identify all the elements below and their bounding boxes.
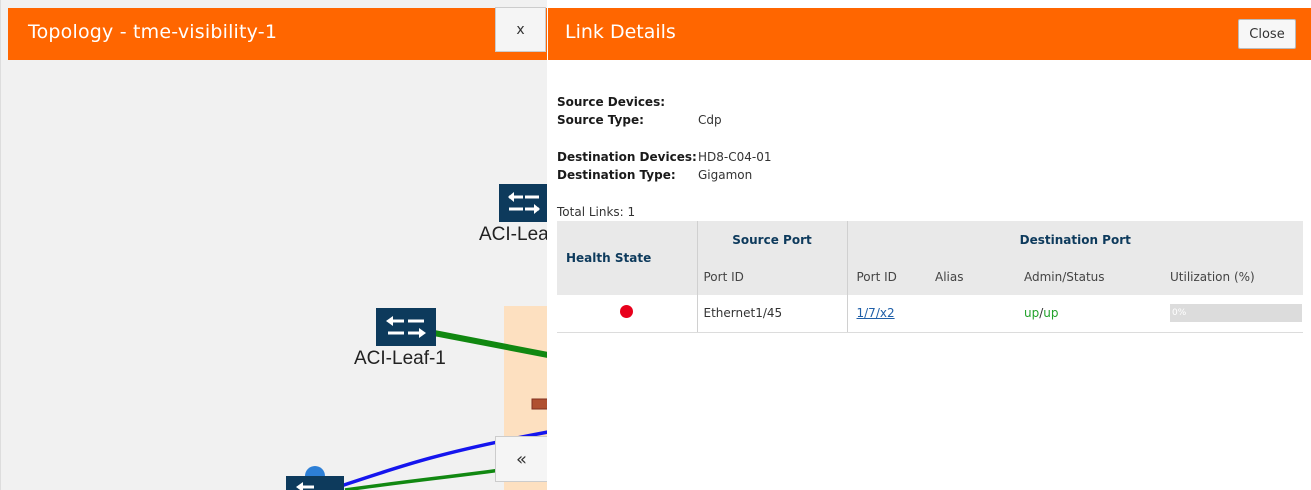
destination-type-value: Gigamon	[698, 168, 753, 182]
source-port-id-header: Port ID	[697, 258, 848, 295]
health-state-header: Health State	[557, 221, 698, 295]
table-row[interactable]: Ethernet1/45 1/7/x2 up/up 0%	[557, 295, 1303, 333]
admin-status-header: Admin/Status	[1024, 269, 1105, 284]
topology-panel: ACI-Leaf ACI-Leaf-1 Topology - tme-visib…	[0, 0, 547, 490]
destination-port-header: Destination Port	[1019, 232, 1131, 247]
destination-type-label: Destination Type:	[557, 168, 676, 182]
source-port-header: Source Port	[697, 221, 848, 258]
admin-status-cell: up/up	[999, 295, 1144, 333]
dest-port-link[interactable]: 1/7/x2	[857, 306, 895, 320]
dest-port-cell: 1/7/x2	[847, 295, 929, 333]
admin-state: up	[1024, 306, 1040, 321]
utilization-header: Utilization (%)	[1170, 269, 1255, 284]
health-state-cell	[557, 295, 698, 333]
close-button[interactable]: Close	[1238, 19, 1296, 49]
topology-title: Topology - tme-visibility-1	[28, 21, 278, 43]
link-green-lower[interactable]	[344, 468, 502, 490]
node-label-aci-leaf: ACI-Leaf	[479, 224, 547, 245]
collapse-panel-button[interactable]: «	[495, 436, 547, 482]
utilization-value: 0%	[1172, 308, 1187, 319]
source-type-row: Source Type: Cdp	[557, 113, 722, 127]
switch-icon[interactable]	[376, 308, 436, 346]
switch-icon[interactable]	[286, 476, 344, 490]
port-device-icon[interactable]	[531, 398, 547, 410]
source-type-label: Source Type:	[557, 113, 644, 127]
topology-header: Topology - tme-visibility-1	[8, 8, 547, 60]
utilization-cell: 0%	[1144, 295, 1303, 333]
destination-type-row: Destination Type: Gigamon	[557, 168, 752, 182]
switch-icon[interactable]	[499, 184, 547, 222]
utilization-bar: 0%	[1170, 304, 1302, 323]
topology-canvas[interactable]	[1, 0, 547, 490]
alias-cell	[929, 295, 999, 333]
link-details-title: Link Details	[565, 21, 676, 43]
health-status-icon	[620, 305, 634, 319]
dest-port-id-header: Port ID	[856, 269, 897, 284]
node-label-aci-leaf-1: ACI-Leaf-1	[354, 348, 446, 369]
destination-devices-value: HD8-C04-01	[698, 150, 772, 164]
destination-devices-label: Destination Devices:	[557, 150, 697, 164]
total-links: Total Links: 1	[557, 205, 636, 219]
source-type-value: Cdp	[698, 113, 722, 127]
link-table: Health State Source Port Destination Por…	[557, 221, 1303, 333]
alias-header: Alias	[935, 269, 964, 284]
source-devices-row: Source Devices:	[557, 95, 698, 109]
close-icon[interactable]: x	[495, 7, 546, 52]
source-devices-label: Source Devices:	[557, 95, 666, 109]
destination-devices-row: Destination Devices:HD8-C04-01	[557, 150, 771, 164]
oper-status: up	[1043, 306, 1059, 321]
link-details-panel: Link Details Close Source Devices: Sourc…	[548, 0, 1311, 490]
link-details-header: Link Details Close	[548, 8, 1311, 60]
source-port-cell: Ethernet1/45	[697, 295, 848, 333]
